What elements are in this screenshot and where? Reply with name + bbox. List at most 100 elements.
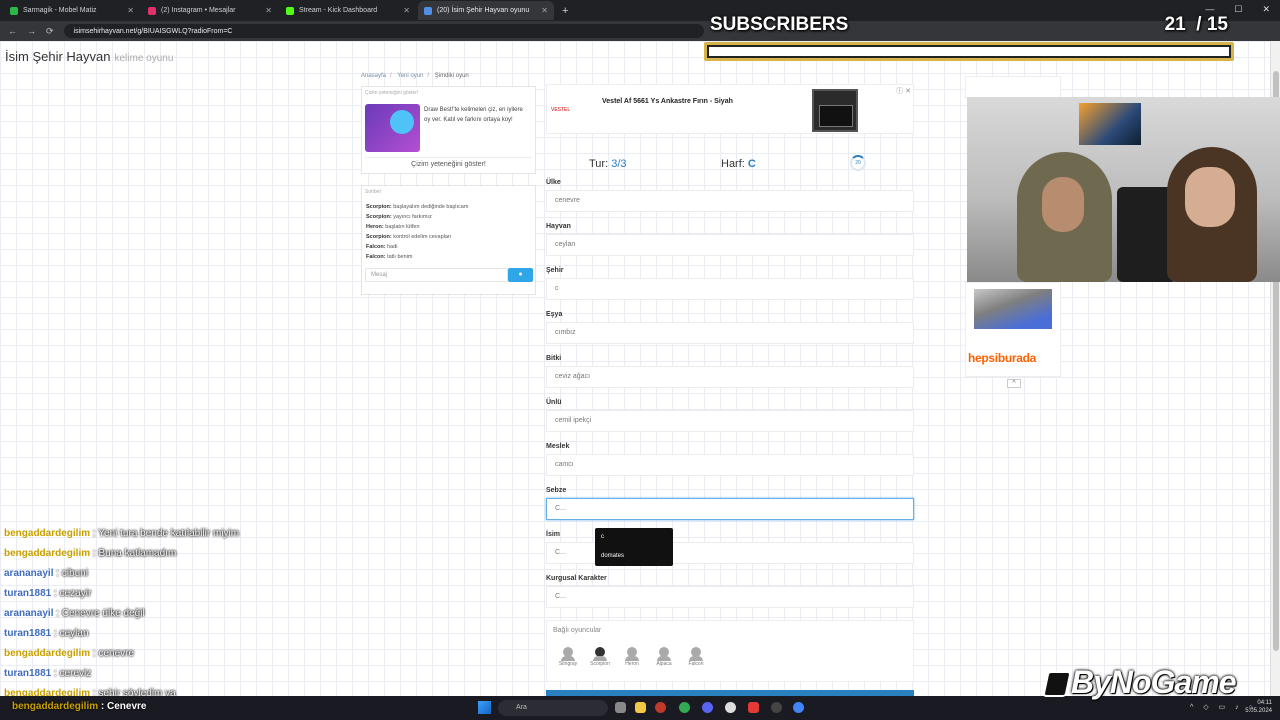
chrome-icon[interactable]	[679, 702, 690, 713]
chat-message: Heron: başlatın lütfen	[366, 224, 420, 230]
tab-favicon-icon	[424, 6, 432, 15]
product-ad[interactable]: VESTEL Vestel Af 5661 Ys Ankastre Fırın …	[546, 84, 914, 134]
chat-message: Scorpion: yayıncı farkımız	[366, 214, 432, 220]
clock[interactable]: 04:11 5.05.2024	[1245, 699, 1272, 715]
steam-icon[interactable]	[725, 702, 736, 713]
player-item: Stingray	[553, 647, 583, 667]
tab-favicon-icon	[148, 6, 156, 15]
field-sehir: Şehir c	[546, 267, 914, 300]
top-right-ad[interactable]	[965, 76, 1061, 98]
oven-image	[812, 89, 858, 132]
draw-best-image[interactable]	[365, 104, 420, 152]
breadcrumb-new-game[interactable]: Yeni oyun	[397, 73, 423, 79]
breadcrumb: Anasayfa / Yeni oyun / Şimdiki oyun	[361, 73, 469, 79]
player-item: Heron	[617, 647, 647, 667]
chat-message: Scorpion: kontrol edelim cevapları	[366, 234, 452, 240]
close-tab-icon[interactable]: ✕	[541, 6, 548, 15]
chevron-up-icon[interactable]: ^	[1007, 379, 1021, 388]
player-item: Scorpion	[585, 647, 615, 667]
breadcrumb-home[interactable]: Anasayfa	[361, 73, 386, 79]
user-icon	[561, 647, 575, 661]
stream-chat-line: turan1881 : cereviz	[4, 668, 92, 679]
round-indicator: Tur: 3/3	[589, 158, 627, 170]
promo-header: Çizim yeteneğini göster!	[365, 90, 419, 96]
ad-title: Vestel Af 5661 Ys Ankastre Fırın - Siyah	[602, 98, 733, 105]
site-brand[interactable]: İsim Şehir Hayvan kelime oyunu	[5, 49, 173, 64]
field-input[interactable]: cemil ipekçi	[546, 410, 914, 432]
subs-progress-fill	[710, 48, 1228, 55]
tab-label: Stream - Kick Dashboard	[299, 7, 378, 14]
back-icon[interactable]: ←	[8, 26, 17, 36]
obs-icon[interactable]	[771, 702, 782, 713]
new-tab-icon[interactable]: +	[562, 5, 568, 17]
field-kurgusal-karakter: Kurgusal Karakter C...	[546, 575, 914, 608]
player-item: Falcon	[681, 647, 711, 667]
promo-text: Draw Best!'te kelimeleri çiz, en iyilere…	[424, 107, 523, 123]
close-tab-icon[interactable]: ✕	[265, 6, 272, 15]
field-label: Bitki	[546, 355, 562, 362]
tab-favicon-icon	[286, 6, 294, 15]
field-input[interactable]: c	[546, 278, 914, 300]
send-button[interactable]: ●	[508, 268, 533, 282]
subs-count: 21 / 15	[1164, 14, 1228, 35]
field-sebze: Sebze C...	[546, 487, 914, 520]
field-label: Şehir	[546, 267, 564, 274]
field-input[interactable]: ceylan	[546, 234, 914, 256]
site-title: İsim Şehir Hayvan	[5, 49, 111, 64]
game-status: Tur: 3/3 Harf: C 20	[546, 152, 914, 176]
task-view-icon[interactable]	[615, 702, 626, 713]
file-explorer-icon[interactable]	[635, 702, 646, 713]
bynogame-logo-icon	[1042, 671, 1072, 697]
opera-icon[interactable]	[655, 702, 666, 713]
stream-chat-line: bengaddardegilim : Yeni tura bende katıl…	[4, 528, 240, 539]
chat-message: Falcon: hadi	[366, 244, 398, 250]
field-bitki: Bitki ceviz ağacı	[546, 355, 914, 388]
chat-messages: Scorpion: başlayalım dediğinde başlıcam …	[366, 202, 468, 262]
browser-tab[interactable]: Stream - Kick Dashboard ✕	[280, 1, 416, 20]
close-tab-icon[interactable]: ✕	[403, 6, 410, 15]
chat-message: Scorpion: başlayalım dediğinde başlıcam	[366, 204, 469, 210]
ad-close-icon[interactable]: ⓘ ✕	[896, 86, 911, 96]
user-icon	[657, 647, 671, 661]
field-input[interactable]: ceviz ağacı	[546, 366, 914, 388]
breadcrumb-current: Şimdiki oyun	[434, 73, 469, 79]
site-subtitle: kelime oyunu	[114, 53, 174, 64]
chat-message: Falcon: tatlı benim	[366, 254, 413, 260]
field-label: Meslek	[546, 443, 570, 450]
browser-tab[interactable]: (2) Instagram • Mesajlar ✕	[142, 1, 278, 20]
user-icon	[689, 647, 703, 661]
browser-tab-active[interactable]: (20) İsim Şehir Hayvan oyunu ✕	[418, 1, 554, 20]
forward-icon[interactable]: →	[27, 26, 36, 36]
chat-bubble-icon: ●	[518, 271, 523, 278]
reload-icon[interactable]: ⟳	[46, 26, 54, 37]
autocomplete-tooltip[interactable]: c domates	[595, 528, 673, 566]
game-chat: Sohbet Scorpion: başlayalım dediğinde ba…	[361, 185, 536, 295]
chrome-icon[interactable]	[793, 702, 804, 713]
maximize-icon[interactable]: ☐	[1234, 4, 1242, 15]
close-tab-icon[interactable]: ✕	[127, 6, 134, 15]
chat-input[interactable]: Mesaj	[365, 268, 508, 282]
letter-indicator: Harf: C	[721, 158, 756, 170]
field-input[interactable]: cımbız	[546, 322, 914, 344]
app-icon[interactable]	[748, 702, 759, 713]
field-unlu: Ünlü cemil ipekçi	[546, 399, 914, 432]
field-input[interactable]: C...	[546, 498, 914, 520]
field-esya: Eşya cımbız	[546, 311, 914, 344]
url-input[interactable]: isimsehirhayvan.net/g/BIUAISGWLQ?radioFr…	[63, 24, 704, 38]
windows-start-icon[interactable]	[478, 701, 491, 714]
field-hayvan: Hayvan ceylan	[546, 223, 914, 256]
streamer-left-face	[1042, 177, 1084, 232]
discord-icon[interactable]	[702, 702, 713, 713]
stream-chat-line: bengaddardegilim : Buna katlamadım	[4, 548, 177, 559]
tab-label: (20) İsim Şehir Hayvan oyunu	[437, 7, 530, 14]
browser-tab[interactable]: Sarmagik - Mobel Matiz ✕	[4, 1, 140, 20]
field-input[interactable]: camcı	[546, 454, 914, 476]
side-ad[interactable]: hepsiburada ^	[965, 282, 1061, 388]
close-window-icon[interactable]: ✕	[1262, 4, 1270, 15]
tab-label: (2) Instagram • Mesajlar	[161, 7, 236, 14]
promo-button[interactable]: Çizim yeteneğini göster!	[365, 157, 532, 171]
tooltip-line[interactable]: domates	[601, 553, 624, 559]
field-input[interactable]: C...	[546, 586, 914, 608]
field-input[interactable]: cenevre	[546, 190, 914, 212]
taskbar-search[interactable]: Ara	[498, 700, 608, 716]
